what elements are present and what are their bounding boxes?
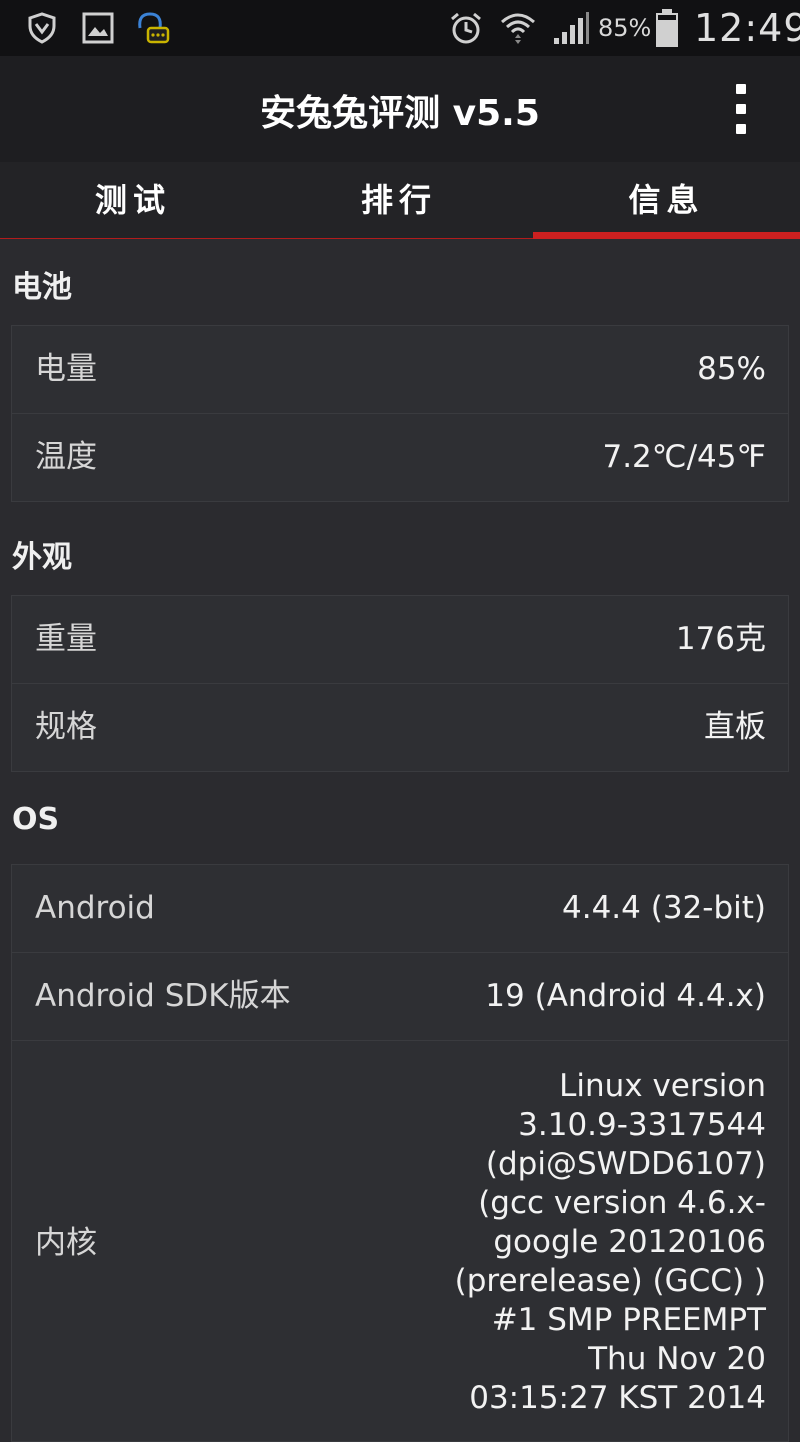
action-bar: 安兔兔评测 v5.5 — [0, 56, 800, 162]
alarm-icon — [451, 12, 481, 44]
overflow-menu-dot — [736, 124, 746, 134]
os-card: Android 4.4.4 (32-bit) Android SDK版本 19 … — [11, 864, 789, 1442]
tab-test[interactable]: 测试 — [0, 162, 266, 238]
row-value: 7.2℃/45℉ — [602, 439, 766, 475]
clock-text: 12:49 — [694, 6, 800, 50]
section-title-os: OS — [12, 802, 60, 837]
tab-ranking[interactable]: 排行 — [266, 162, 532, 238]
list-item[interactable]: 内核 Linux version 3.10.9-3317544 (dpi@SWD… — [12, 1041, 788, 1441]
list-item[interactable]: Android 4.4.4 (32-bit) — [12, 865, 788, 953]
tab-info[interactable]: 信息 — [533, 162, 800, 238]
shield-icon — [28, 12, 56, 44]
gallery-icon — [82, 12, 114, 44]
section-title-battery: 电池 — [12, 270, 72, 305]
section-title-appearance: 外观 — [12, 540, 72, 575]
row-label: 内核 — [35, 1225, 97, 1261]
battery-percent-text: 85% — [598, 14, 652, 42]
tab-selected-indicator — [533, 232, 800, 239]
overflow-menu-button[interactable] — [724, 80, 760, 140]
row-label: 重量 — [35, 621, 97, 657]
list-item[interactable]: 电量 85% — [12, 326, 788, 414]
app-title: 安兔兔评测 v5.5 — [260, 93, 540, 134]
row-value: Linux version 3.10.9-3317544 (dpi@SWDD61… — [454, 1068, 766, 1416]
overflow-menu-dot — [736, 104, 746, 114]
tab-bar: 测试 排行 信息 — [0, 162, 800, 239]
row-value: 直板 — [704, 709, 766, 745]
list-item[interactable]: Android SDK版本 19 (Android 4.4.x) — [12, 953, 788, 1041]
battery-card: 电量 85% 温度 7.2℃/45℉ — [11, 325, 789, 502]
overflow-menu-icon — [736, 84, 746, 94]
signal-icon — [554, 12, 589, 44]
status-bar: 85% 12:49 — [0, 0, 800, 56]
row-value: 176克 — [675, 621, 766, 657]
row-label: 电量 — [35, 351, 97, 387]
row-label: Android — [35, 890, 155, 926]
wifi-icon — [501, 13, 535, 44]
row-value: 19 (Android 4.4.x) — [485, 978, 766, 1014]
list-item[interactable]: 规格 直板 — [12, 684, 788, 771]
battery-icon — [656, 9, 678, 47]
qq-chat-icon — [138, 12, 170, 44]
row-label: 规格 — [35, 709, 97, 745]
list-item[interactable]: 温度 7.2℃/45℉ — [12, 414, 788, 501]
row-label: 温度 — [35, 439, 97, 475]
row-value: 4.4.4 (32-bit) — [562, 890, 766, 926]
list-item[interactable]: 重量 176克 — [12, 596, 788, 684]
row-label: Android SDK版本 — [35, 978, 291, 1014]
appearance-card: 重量 176克 规格 直板 — [11, 595, 789, 772]
row-value: 85% — [697, 351, 766, 387]
